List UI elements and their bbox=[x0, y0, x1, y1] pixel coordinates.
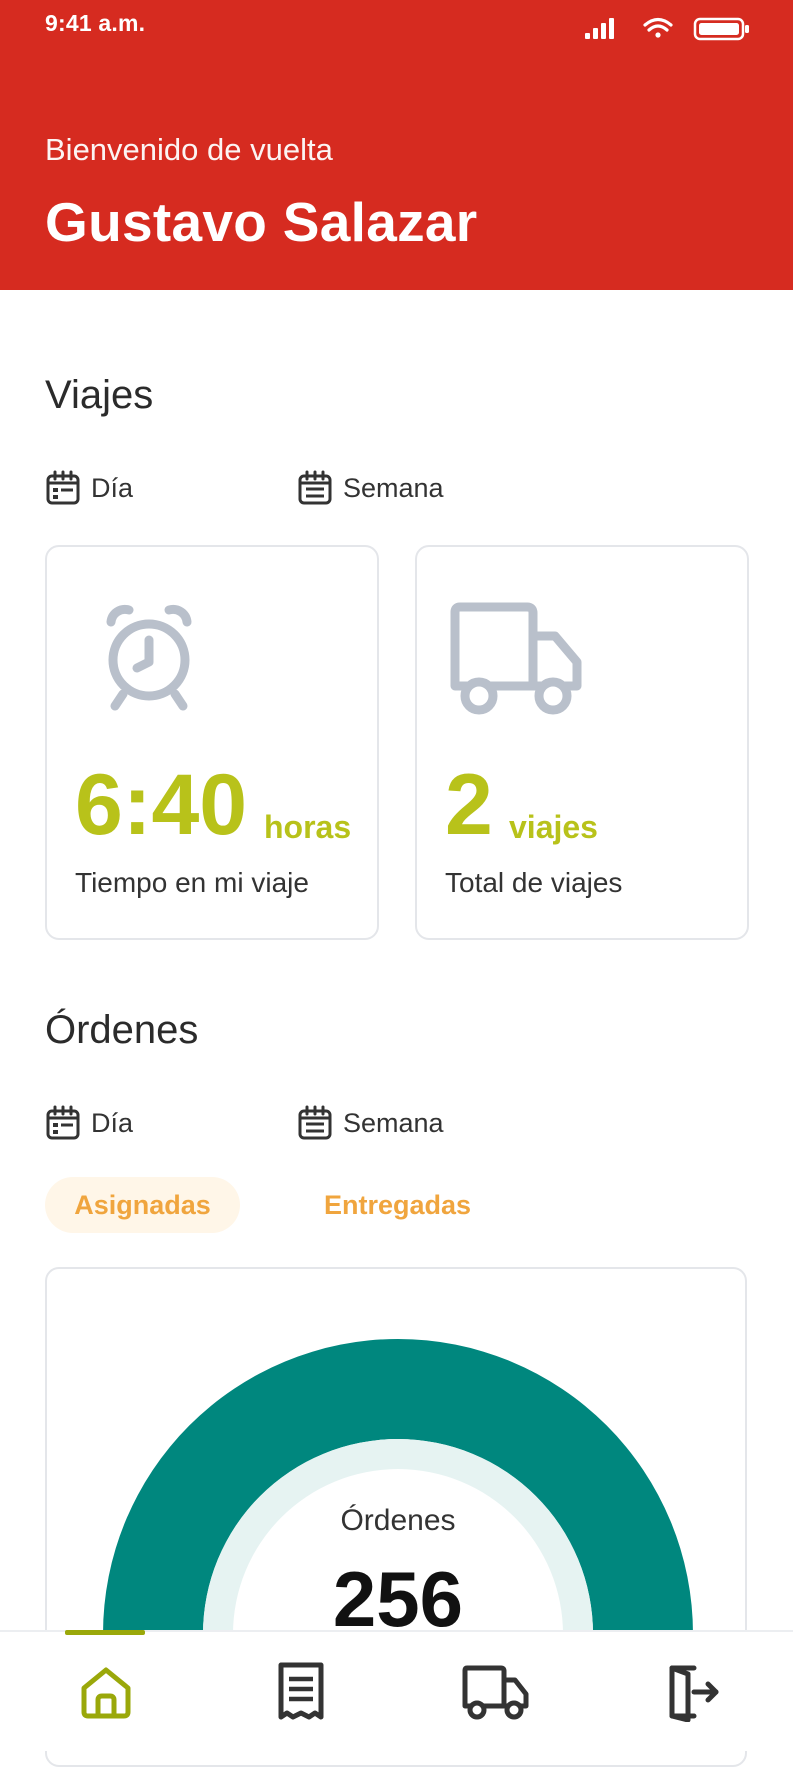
signal-icon bbox=[585, 18, 614, 39]
welcome-text: Bienvenido de vuelta bbox=[45, 132, 333, 167]
tab-asignadas[interactable]: Asignadas bbox=[45, 1177, 240, 1233]
header: 9:41 a.m. Bienvenido de vuelta Gustavo S… bbox=[0, 0, 793, 290]
nav-active-indicator bbox=[65, 1630, 145, 1635]
filter-label: Día bbox=[91, 472, 134, 503]
viajes-filter-semana[interactable]: Semana bbox=[297, 468, 444, 508]
home-icon bbox=[81, 1667, 131, 1718]
ordenes-filter-semana[interactable]: Semana bbox=[297, 1103, 444, 1143]
truck-icon bbox=[450, 602, 582, 715]
user-name: Gustavo Salazar bbox=[45, 191, 478, 253]
nav-trips[interactable] bbox=[397, 1632, 595, 1751]
trip-time-card: 6:40 horas Tiempo en mi viaje bbox=[45, 545, 379, 940]
trip-time-unit: horas bbox=[264, 809, 352, 845]
wifi-icon bbox=[643, 17, 673, 38]
viajes-title: Viajes bbox=[45, 373, 154, 417]
truck-icon bbox=[462, 1665, 529, 1719]
filter-label: Semana bbox=[343, 472, 444, 503]
nav-receipts[interactable] bbox=[202, 1632, 400, 1751]
calendar-icon bbox=[46, 1105, 80, 1140]
filter-label: Semana bbox=[343, 1107, 444, 1138]
logout-icon bbox=[669, 1665, 719, 1722]
ordenes-title: Órdenes bbox=[45, 1008, 199, 1052]
status-icons bbox=[585, 17, 749, 41]
status-time: 9:41 a.m. bbox=[45, 10, 146, 36]
calendar-list-icon bbox=[298, 1105, 332, 1140]
gauge-label: Órdenes bbox=[340, 1504, 456, 1537]
trip-total-card: 2 viajes Total de viajes bbox=[415, 545, 749, 940]
trip-total-value: 2 bbox=[445, 757, 493, 853]
filter-label: Día bbox=[91, 1107, 134, 1138]
trip-time-value: 6:40 bbox=[75, 757, 248, 853]
tab-entregadas[interactable]: Entregadas bbox=[300, 1177, 495, 1233]
nav-logout[interactable] bbox=[592, 1632, 790, 1751]
bottom-nav bbox=[0, 1630, 793, 1751]
calendar-list-icon bbox=[298, 470, 332, 505]
nav-home[interactable] bbox=[7, 1630, 205, 1751]
alarm-clock-icon bbox=[106, 604, 192, 711]
trip-time-caption: Tiempo en mi viaje bbox=[75, 867, 309, 898]
trip-total-unit: viajes bbox=[509, 809, 598, 845]
trip-total-caption: Total de viajes bbox=[445, 867, 623, 898]
ordenes-filter-dia[interactable]: Día bbox=[45, 1103, 133, 1143]
receipt-icon bbox=[278, 1662, 324, 1719]
battery-icon bbox=[693, 17, 749, 41]
calendar-icon bbox=[46, 470, 80, 505]
viajes-filter-dia[interactable]: Día bbox=[45, 468, 133, 508]
